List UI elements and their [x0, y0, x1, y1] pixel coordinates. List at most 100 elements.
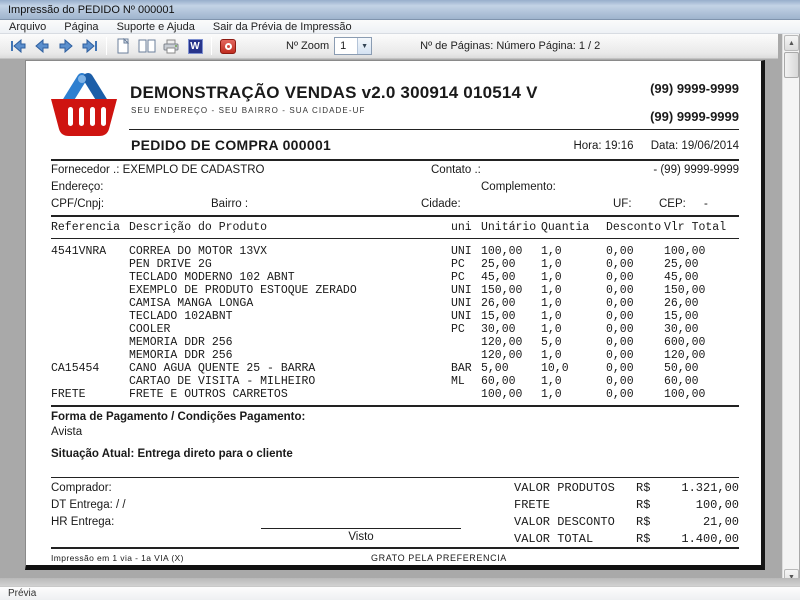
total-products-row: VALOR PRODUTOS R$ 1.321,00 [514, 480, 739, 497]
table-cell: MEMÓRIA DDR 256 [129, 349, 451, 362]
zoom-select[interactable]: 1 ▼ [334, 37, 372, 55]
menu-arquivo[interactable]: Arquivo [0, 20, 55, 34]
endereco-label: Endereço: [51, 181, 103, 193]
company-name: DEMONSTRAÇÃO VENDAS v2.0 300914 010514 V [130, 83, 538, 103]
company-phone-1: (99) 9999-9999 [650, 81, 739, 96]
divider [51, 215, 739, 217]
menu-suporte[interactable]: Suporte e Ajuda [108, 20, 204, 34]
discount-row: VALOR DESCONTO R$ 21,00 [514, 514, 739, 531]
table-cell: 0,00 [606, 245, 664, 258]
visto-label: Visto [261, 531, 461, 543]
scrollbar-thumb[interactable] [784, 52, 799, 78]
table-row: MEMÓRIA DDR 256120,005,00,00600,00 [51, 336, 741, 349]
total-value: 100,00 [664, 497, 739, 514]
print-button[interactable] [159, 36, 183, 57]
table-cell: 150,00 [481, 284, 541, 297]
document-page: DEMONSTRAÇÃO VENDAS v2.0 300914 010514 V… [25, 60, 765, 570]
table-cell: PC [451, 271, 481, 284]
table-cell: 15,00 [481, 310, 541, 323]
print-preview-window: Impressão do PEDIDO Nº 000001 Arquivo Pá… [0, 0, 800, 600]
cep-value: - [704, 198, 708, 210]
items-table-header: Referencia Descrição do Produto uni Unit… [51, 221, 739, 234]
total-value: 21,00 [664, 514, 739, 531]
divider [51, 238, 739, 239]
table-cell: TECLADO MODERNO 102 ABNT [129, 271, 451, 284]
next-page-icon [58, 39, 74, 53]
table-cell: 120,00 [481, 349, 541, 362]
col-quantia: Quantia [541, 221, 606, 234]
dt-entrega-value: / / [116, 499, 126, 511]
table-cell: 25,00 [664, 258, 741, 271]
basket-logo-icon [44, 71, 124, 141]
chevron-down-icon[interactable]: ▼ [357, 38, 371, 54]
next-page-button[interactable] [54, 36, 78, 57]
close-preview-button[interactable] [216, 36, 240, 57]
toolbar-separator [106, 37, 107, 55]
table-cell: 0,00 [606, 284, 664, 297]
menu-pagina[interactable]: Página [55, 20, 107, 34]
table-row: EXEMPLO DE PRODUTO ESTOQUE ZERADOUNI150,… [51, 284, 741, 297]
preview-edge [0, 578, 800, 586]
export-word-button[interactable]: W [183, 36, 207, 57]
payment-terms-label: Forma de Pagamento / Condições Pagamento… [51, 411, 305, 423]
first-page-icon [10, 39, 26, 53]
fornecedor-value: EXEMPLO DE CADASTRO [123, 164, 265, 176]
table-cell: 120,00 [664, 349, 741, 362]
table-row: MEMÓRIA DDR 256120,001,00,00120,00 [51, 349, 741, 362]
single-page-view-button[interactable] [111, 36, 135, 57]
table-cell [51, 323, 129, 336]
table-row: 4541VNRACORREA DO MOTOR 13VXUNI100,001,0… [51, 245, 741, 258]
menu-sair-previa[interactable]: Sair da Prévia de Impressão [204, 20, 361, 34]
table-cell: 1,0 [541, 297, 606, 310]
col-desconto: Desconto [606, 221, 664, 234]
export-word-icon: W [188, 39, 203, 54]
payment-terms-value: Avista [51, 426, 82, 438]
table-cell: 25,00 [481, 258, 541, 271]
currency: R$ [636, 531, 664, 548]
previous-page-button[interactable] [30, 36, 54, 57]
table-cell: 45,00 [664, 271, 741, 284]
signature-line [261, 528, 461, 529]
scroll-up-icon[interactable]: ▲ [784, 35, 799, 51]
table-cell: CAMISA MANGA LONGA [129, 297, 451, 310]
order-datetime: Hora: 19:16 Data: 19/06/2014 [559, 140, 739, 152]
table-cell: 5,0 [541, 336, 606, 349]
total-label: VALOR TOTAL [514, 531, 636, 548]
table-cell: EXEMPLO DE PRODUTO ESTOQUE ZERADO [129, 284, 451, 297]
company-phone-2: (99) 9999-9999 [650, 109, 739, 124]
cidade-label: Cidade: [421, 198, 461, 210]
pages-info: Nº de Páginas: Número Página: 1 / 2 [420, 40, 600, 52]
divider [129, 129, 739, 130]
table-row: PEN DRIVE 2GPC25,001,00,0025,00 [51, 258, 741, 271]
order-title: PEDIDO DE COMPRA 000001 [131, 137, 331, 153]
first-page-button[interactable] [6, 36, 30, 57]
table-cell: 30,00 [481, 323, 541, 336]
vertical-scrollbar[interactable]: ▲ ▼ [782, 34, 799, 586]
window-titlebar: Impressão do PEDIDO Nº 000001 [0, 0, 800, 20]
order-date: Data: 19/06/2014 [651, 140, 739, 152]
total-label: VALOR DESCONTO [514, 514, 636, 531]
table-cell: 50,00 [664, 362, 741, 375]
table-cell: PC [451, 323, 481, 336]
contato-value: - (99) 9999-9999 [653, 164, 739, 176]
table-cell: 10,0 [541, 362, 606, 375]
table-cell: 4541VNRA [51, 245, 129, 258]
table-cell [51, 271, 129, 284]
table-cell: 1,0 [541, 388, 606, 401]
table-cell: 60,00 [664, 375, 741, 388]
close-preview-icon [220, 39, 236, 54]
col-unitario: Unitário [481, 221, 541, 234]
delivery-time-label: HR Entrega: [51, 516, 114, 528]
two-pages-view-button[interactable] [135, 36, 159, 57]
table-cell: 1,0 [541, 323, 606, 336]
table-row: COOLERPC30,001,00,0030,00 [51, 323, 741, 336]
table-cell: UNI [451, 245, 481, 258]
table-cell: PC [451, 258, 481, 271]
complemento-label: Complemento: [481, 181, 556, 193]
table-cell: CORREA DO MOTOR 13VX [129, 245, 451, 258]
totals-table: VALOR PRODUTOS R$ 1.321,00 FRETE R$ 100,… [514, 480, 739, 548]
table-cell [51, 297, 129, 310]
col-referencia: Referencia [51, 221, 129, 234]
last-page-button[interactable] [78, 36, 102, 57]
table-cell: 30,00 [664, 323, 741, 336]
